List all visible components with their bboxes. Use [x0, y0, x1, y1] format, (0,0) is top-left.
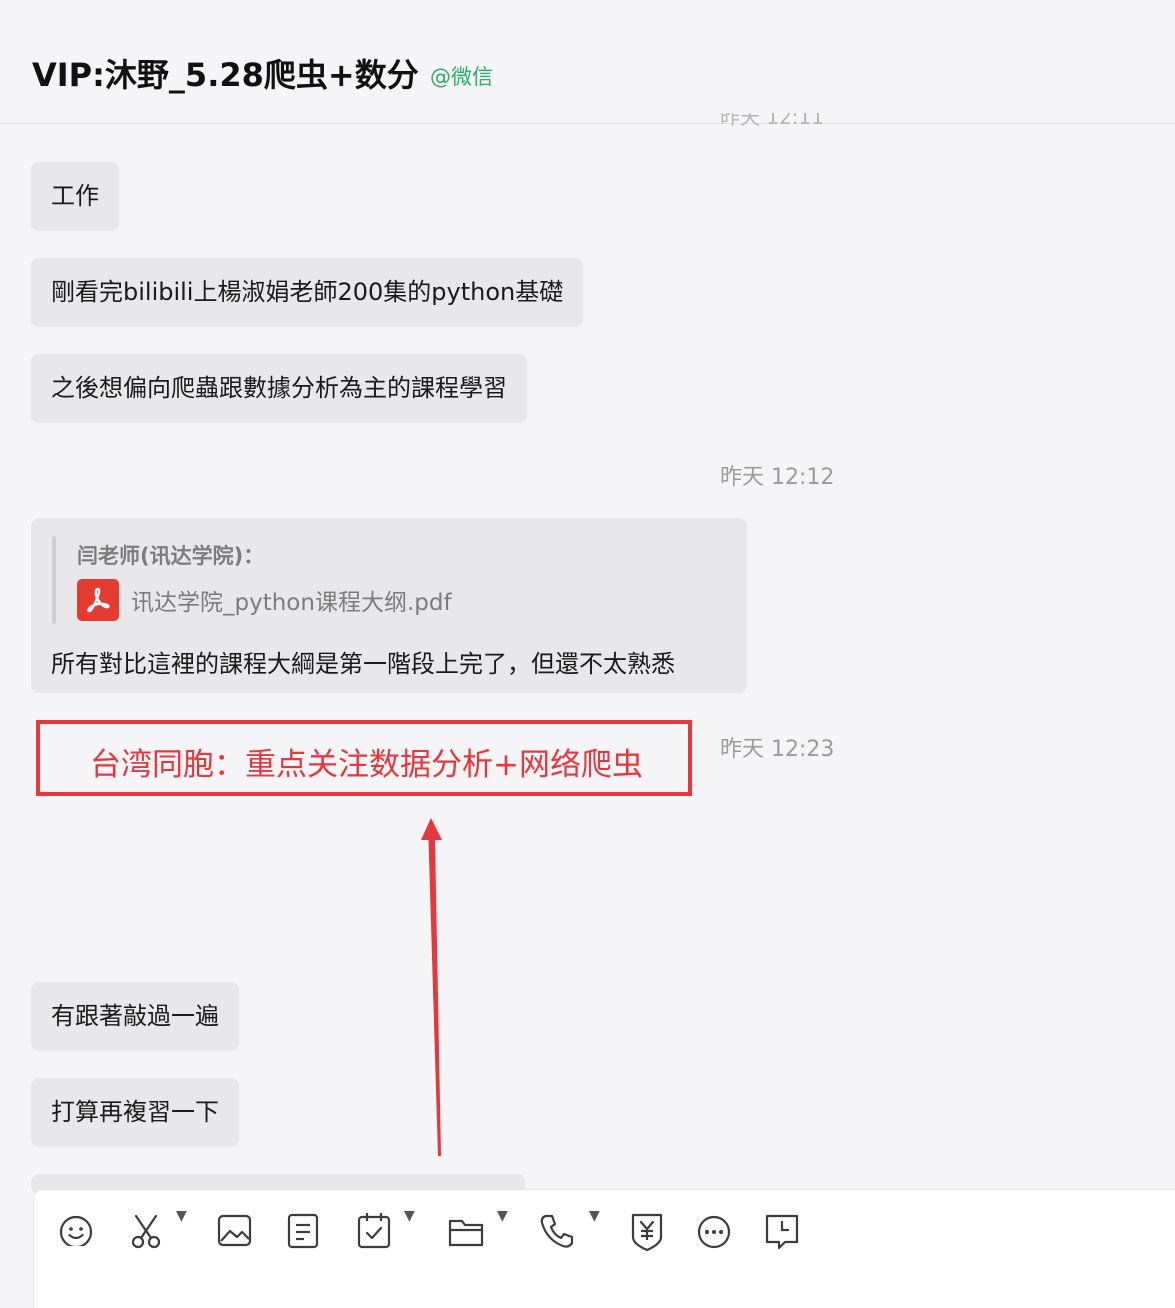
chevron-down-icon[interactable]: ▼ [176, 1208, 187, 1224]
more-icon[interactable] [696, 1210, 732, 1254]
annotation-text: 台湾同胞：重点关注数据分析+网络爬虫 [90, 747, 643, 783]
document-icon[interactable] [286, 1210, 320, 1254]
phone-icon[interactable] [539, 1210, 575, 1254]
chevron-down-icon[interactable]: ▼ [404, 1208, 415, 1224]
image-icon[interactable] [217, 1210, 253, 1254]
message-text: 所有對比這裡的課程大綱是第一階段上完了，但還不太熟悉 [51, 650, 675, 678]
message-bubble[interactable]: 之後想偏向爬蟲跟數據分析為主的課程學習 [31, 354, 527, 422]
task-icon[interactable] [356, 1210, 392, 1254]
chevron-down-icon[interactable]: ▼ [589, 1208, 600, 1224]
chat-header: VIP:沐野_5.28爬虫+数分 @微信 [0, 0, 1175, 124]
message-text: 剛看完bilibili上楊淑娟老師200集的python基礎 [51, 278, 564, 306]
pdf-icon[interactable] [77, 579, 119, 621]
message-bubble[interactable]: 剛看完bilibili上楊淑娟老師200集的python基礎 [31, 258, 584, 326]
message-text: 打算再複習一下 [51, 1098, 219, 1126]
quote-sender: 闫老师(讯达学院)： [77, 544, 265, 568]
quote-bar [52, 536, 56, 624]
folder-icon[interactable] [448, 1210, 484, 1254]
chevron-down-icon[interactable]: ▼ [497, 1208, 508, 1224]
chat-history-icon[interactable] [764, 1210, 800, 1254]
message-bubble[interactable]: 打算再複習一下 [31, 1078, 239, 1146]
chat-title[interactable]: VIP:沐野_5.28爬虫+数分 [32, 50, 419, 96]
message-input-area[interactable]: ▼ ▼ ▼ ▼ [33, 1189, 1175, 1308]
message-text: 工作 [51, 182, 99, 210]
message-timestamp: 昨天 12:23 [720, 737, 835, 762]
quoted-file-name[interactable]: 讯达学院_python课程大纲.pdf [131, 583, 452, 617]
scissors-icon[interactable] [130, 1210, 166, 1254]
message-timestamp: 昨天 12:12 [720, 465, 835, 490]
annotation-arrow [421, 818, 442, 1156]
message-text: 有跟著敲過一遍 [51, 1002, 219, 1030]
annotation-box: 台湾同胞：重点关注数据分析+网络爬虫 [36, 720, 692, 796]
wechat-source-tag: @微信 [430, 65, 493, 89]
yuan-shield-icon[interactable] [629, 1210, 665, 1254]
message-bubble[interactable]: 有跟著敲過一遍 [31, 982, 239, 1050]
emoji-icon[interactable] [58, 1210, 94, 1254]
scrolled-timestamp: 昨天 12:11 [720, 113, 824, 127]
message-bubble[interactable]: 工作 [31, 162, 119, 230]
message-text: 之後想偏向爬蟲跟數據分析為主的課程學習 [51, 374, 507, 402]
quote-message-bubble[interactable]: 闫老师(讯达学院)： 讯达学院_python课程大纲.pdf 所有對比這裡的課程… [31, 518, 747, 693]
